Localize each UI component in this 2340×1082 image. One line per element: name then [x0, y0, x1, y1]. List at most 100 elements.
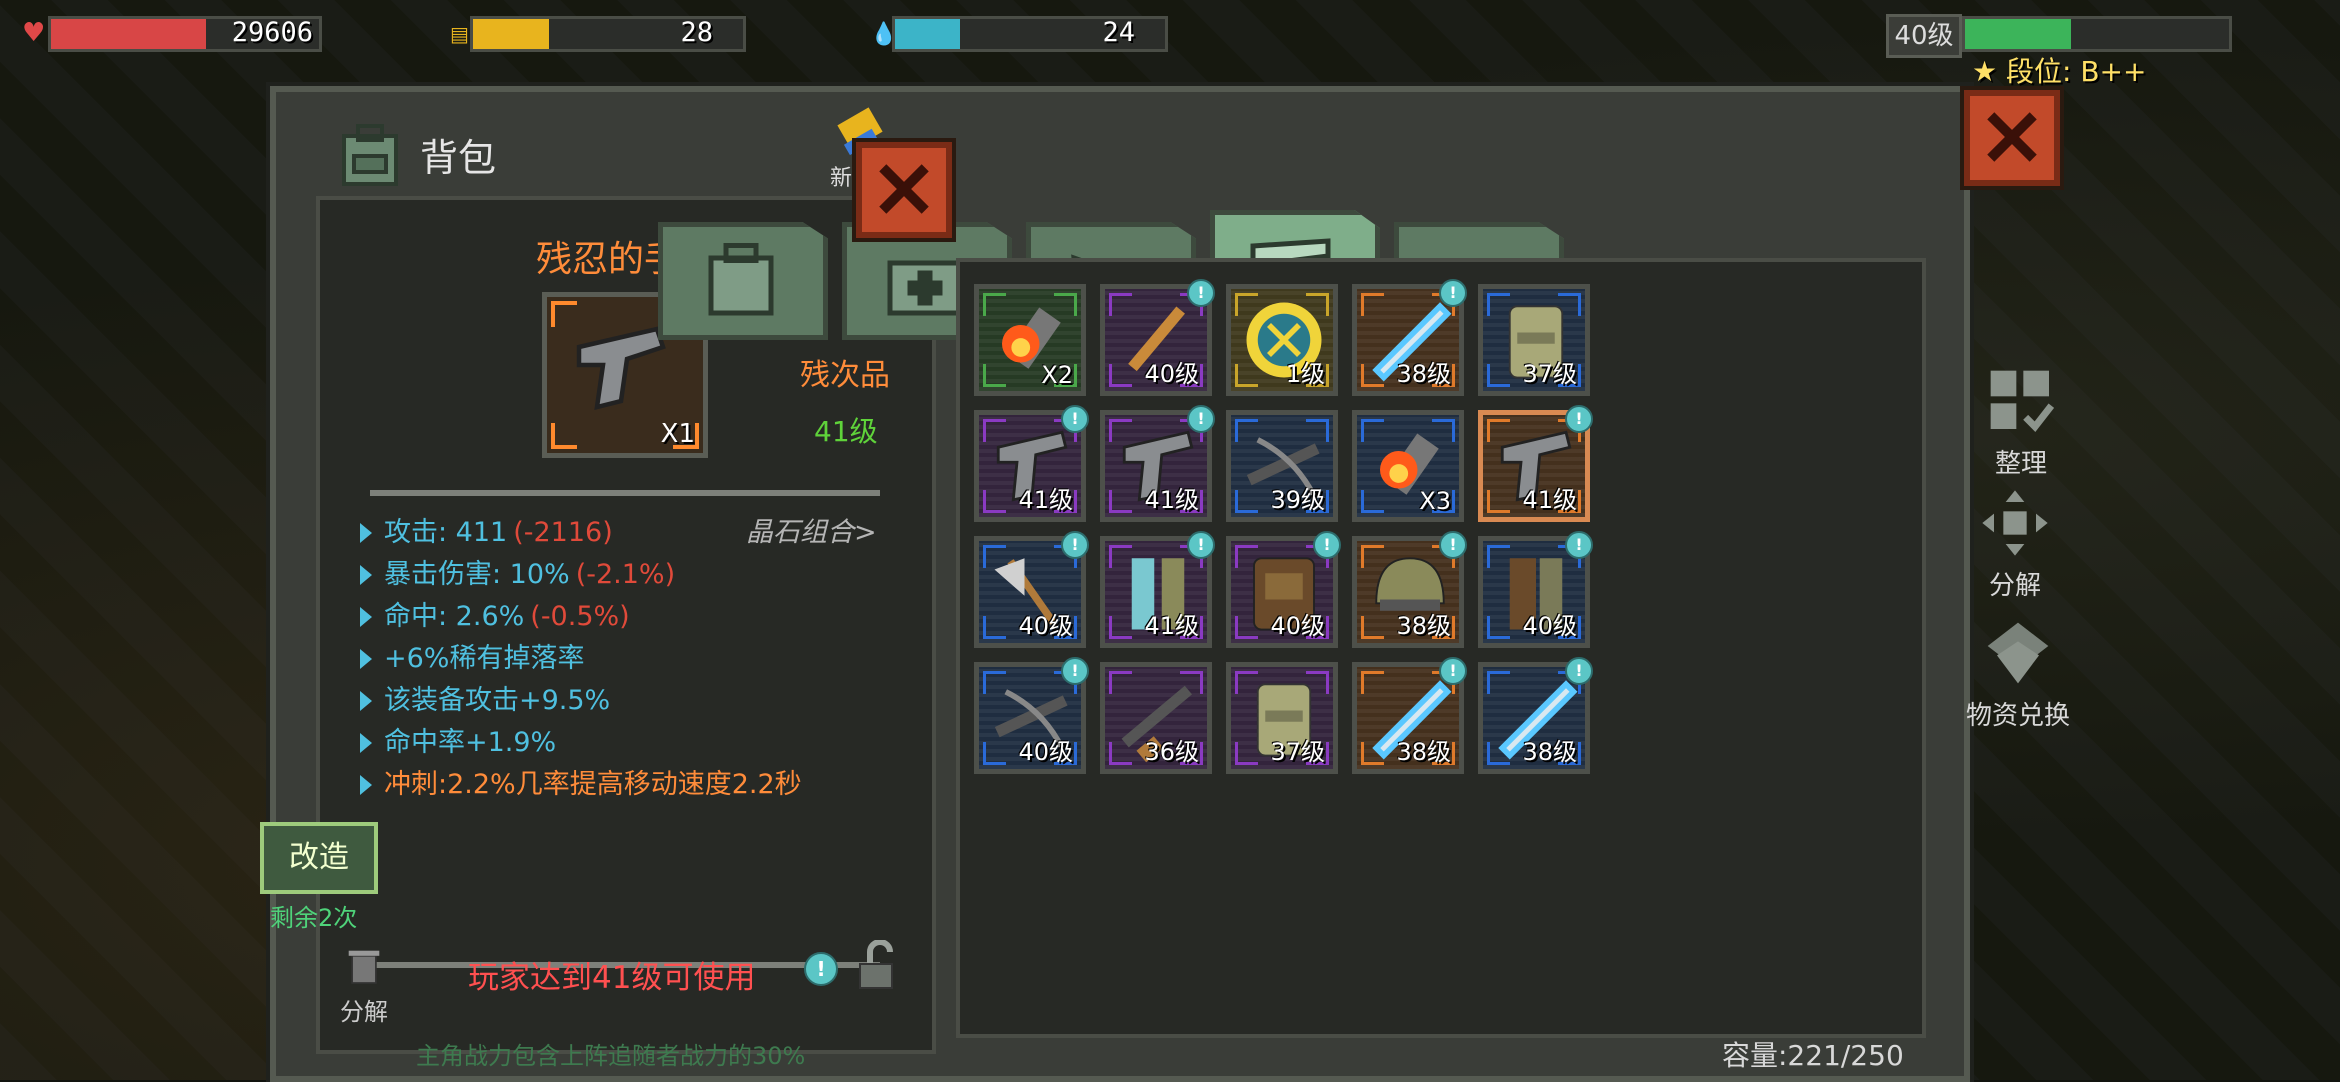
exchange-button[interactable]: 物资兑换 [1966, 618, 2070, 732]
stat-arrow-icon [360, 523, 372, 543]
inventory-slot[interactable]: 41级! [974, 405, 1089, 522]
inventory-slot[interactable]: X2 [974, 284, 1086, 396]
stat-row: 命中率+1.9% [360, 722, 802, 764]
footer-note: 主角战力包含上阵追随者战力的30% [416, 1042, 806, 1070]
inventory-slot[interactable]: 41级! [1478, 405, 1593, 522]
slot-level-label: 38级 [1396, 612, 1451, 640]
inventory-slot[interactable]: 39级 [1226, 410, 1338, 522]
star-icon: ★ [1972, 55, 2007, 88]
water-bar: 24 [892, 16, 1168, 52]
inventory-slot[interactable]: 38级! [1352, 657, 1467, 774]
dismantle-icon [1982, 490, 2048, 556]
trash-icon [348, 950, 380, 984]
inventory-slot[interactable]: 41级! [1100, 531, 1215, 648]
food-fill [473, 19, 549, 49]
item-rarity: 残次品 [800, 358, 890, 393]
slot-level-label: 37级 [1270, 738, 1325, 766]
stat-delta: (-2116) [513, 517, 613, 548]
slot-level-label: 40级 [1270, 612, 1325, 640]
divider-top [370, 490, 880, 496]
close-icon-detail[interactable] [856, 142, 952, 238]
tab-backpack[interactable] [658, 222, 828, 340]
new-item-icon: ! [1565, 405, 1593, 433]
stat-label: 命中率+1.9% [384, 727, 557, 758]
new-item-icon: ! [1565, 657, 1593, 685]
lock-icon[interactable] [856, 940, 900, 992]
panel-header: 背包 [336, 120, 496, 188]
modify-button[interactable]: 改造 [260, 822, 378, 894]
slot-level-label: X3 [1419, 487, 1451, 515]
hp-fill [51, 19, 207, 49]
stat-arrow-icon [360, 649, 372, 669]
inventory-slot[interactable]: 38级! [1478, 657, 1593, 774]
slot-level-label: 41级 [1144, 486, 1199, 514]
stat-arrow-icon [360, 691, 372, 711]
dismantle-button[interactable]: 分解 [340, 946, 388, 1027]
sort-label: 整理 [1994, 449, 2047, 479]
slot-level-label: 36级 [1144, 738, 1199, 766]
food-icon: ▤ [450, 22, 469, 46]
inventory-slot[interactable]: 40级! [1100, 279, 1215, 396]
new-item-icon: ! [1061, 657, 1089, 685]
inventory-slot[interactable]: 1级 [1226, 284, 1338, 396]
inventory-slot[interactable]: 38级! [1352, 279, 1467, 396]
slot-level-label: 40级 [1018, 612, 1073, 640]
water-value: 24 [1102, 17, 1135, 48]
slot-level-label: 38级 [1396, 360, 1451, 388]
slot-level-label: 40级 [1522, 612, 1577, 640]
inventory-slot[interactable]: 37级 [1478, 284, 1590, 396]
item-quantity: X1 [660, 419, 695, 449]
rank-label: ★ 段位: B++ [1972, 55, 2147, 88]
stat-row: 冲刺:2.2%几率提高移动速度2.2秒 [360, 764, 802, 806]
hp-bar: 29606 [48, 16, 322, 52]
slot-level-label: 40级 [1018, 738, 1073, 766]
new-item-icon: ! [1439, 657, 1467, 685]
inventory-slot[interactable]: 38级! [1352, 531, 1467, 648]
dismantle-side-label: 分解 [1988, 571, 2041, 601]
water-fill [895, 19, 960, 49]
new-item-icon: ! [1439, 531, 1467, 559]
inventory-grid: X2 40级! 1级 38级! 37级 41级! 41级! 39级 X3 41级! 40级! 41级!… [956, 258, 1926, 1038]
sort-icon [1990, 370, 2055, 432]
sort-button[interactable]: 整理 [1986, 366, 2056, 480]
hp-value: 29606 [231, 17, 313, 48]
slot-level-label: X2 [1041, 361, 1073, 389]
stat-row: 该装备攻击+9.5% [360, 680, 802, 722]
new-item-icon: ! [1061, 531, 1089, 559]
inventory-slot[interactable]: 40级! [1226, 531, 1341, 648]
requirement-text: 玩家达到41级可使用 [468, 960, 756, 996]
stat-delta: (-2.1%) [575, 559, 676, 590]
backpack-tab-icon [708, 243, 774, 316]
stat-row: 暴击伤害: 10% (-2.1%) [360, 554, 802, 596]
inventory-slot[interactable]: 40级! [1478, 531, 1593, 648]
new-item-icon: ! [1565, 531, 1593, 559]
stat-label: 该装备攻击+9.5% [384, 685, 611, 716]
inventory-panel: 背包 新 残忍的手枪 X1 残次品 41级 晶石组合> 攻击: 411 (-211… [260, 86, 2060, 1082]
stat-label: 攻击: 411 [384, 517, 508, 548]
new-item-icon: ! [1187, 531, 1215, 559]
slot-level-label: 41级 [1144, 612, 1199, 640]
item-name: 残忍的手枪 [535, 239, 716, 280]
inventory-slot[interactable]: X3 [1352, 410, 1464, 522]
slot-level-label: 41级 [1018, 486, 1073, 514]
new-item-icon: ! [1061, 405, 1089, 433]
slot-level-label: 37级 [1522, 360, 1577, 388]
new-item-icon: ! [1439, 279, 1467, 307]
inventory-slot[interactable]: 37级 [1226, 662, 1338, 774]
modify-remaining: 剩余2次 [270, 904, 358, 932]
info-icon[interactable]: ! [804, 952, 838, 986]
dismantle-side-button[interactable]: 分解 [1980, 488, 2050, 602]
heart-icon: ♥ [22, 18, 46, 48]
item-level: 41级 [814, 415, 878, 448]
inventory-slot[interactable]: 36级 [1100, 662, 1212, 774]
inventory-slot[interactable]: 40级! [974, 657, 1089, 774]
inventory-slot[interactable]: 41级! [1100, 405, 1215, 522]
slot-level-label: 38级 [1396, 738, 1451, 766]
backpack-icon [342, 124, 398, 186]
close-icon-main[interactable] [1964, 90, 2060, 186]
inventory-slot[interactable]: 40级! [974, 531, 1089, 648]
slot-level-label: 39级 [1270, 486, 1325, 514]
new-item-icon: ! [1187, 405, 1215, 433]
stat-list: 攻击: 411 (-2116) 暴击伤害: 10% (-2.1%) 命中: 2.6% (-… [360, 512, 802, 806]
panel-title: 背包 [420, 135, 497, 180]
